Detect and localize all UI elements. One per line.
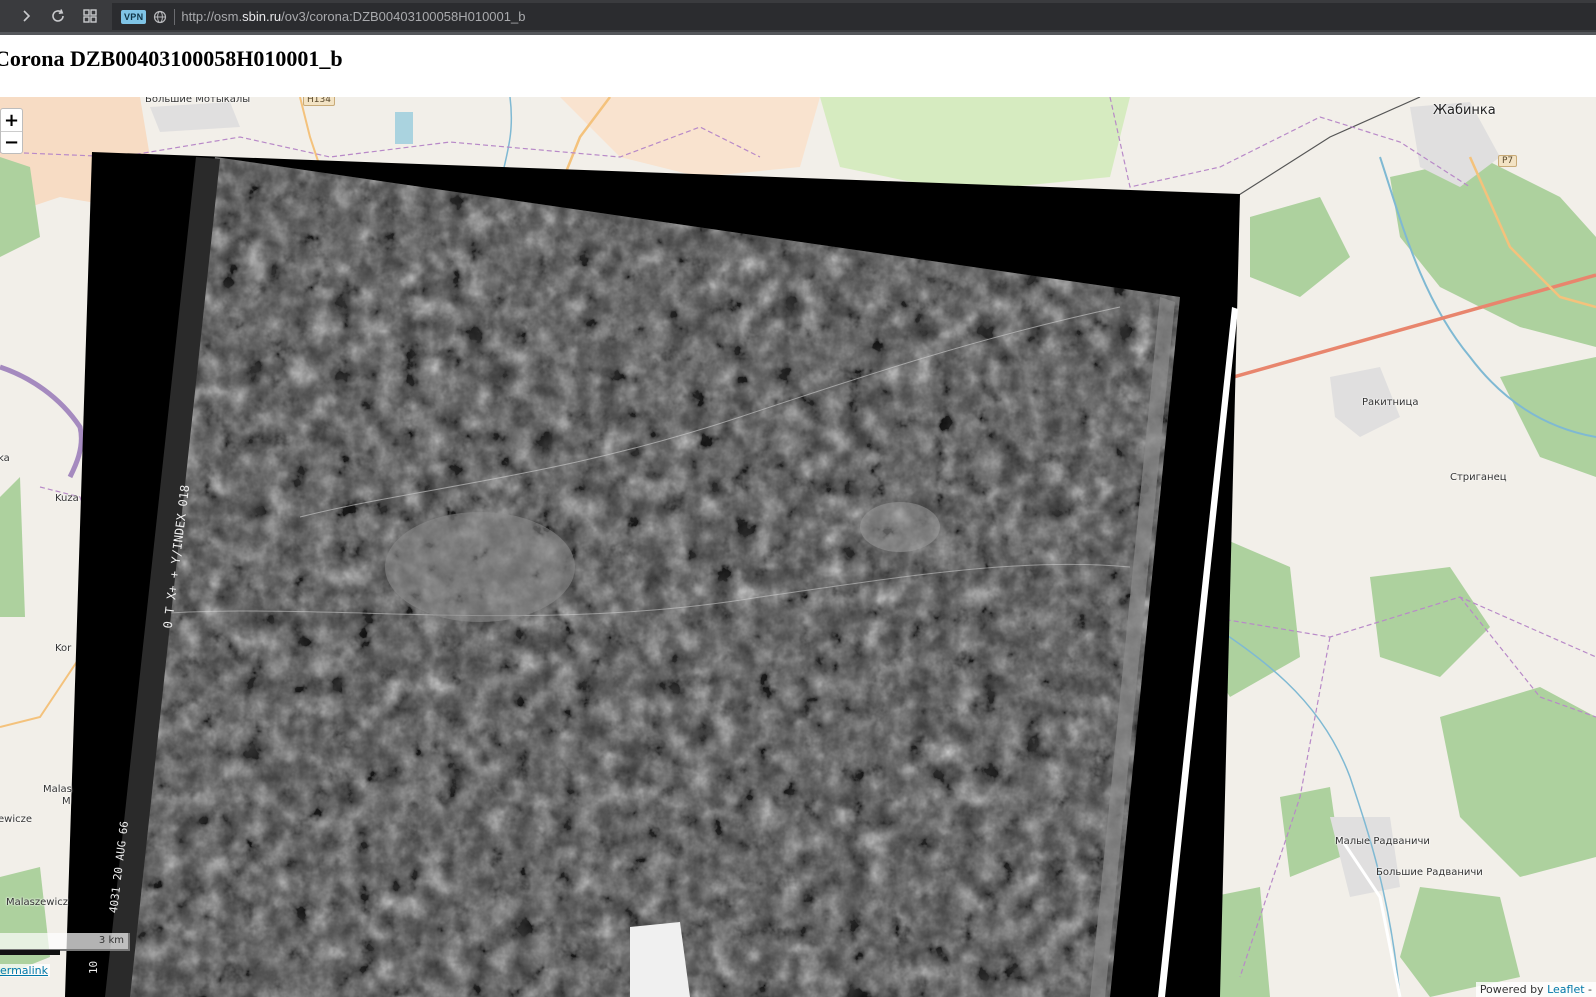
leaflet-link[interactable]: Leaflet xyxy=(1547,983,1584,996)
place-kuza: Kuza xyxy=(55,493,79,504)
permalink-link[interactable]: ermalink xyxy=(0,964,51,977)
road-badge-p7: P7 xyxy=(1498,155,1518,167)
vpn-badge[interactable]: VPN xyxy=(121,9,147,24)
page-title: Corona DZB00403100058H010001_b xyxy=(0,46,343,71)
place-bolshie-radvanichi: Большие Радваничи xyxy=(1376,867,1483,878)
place-m: M xyxy=(62,796,71,807)
attribution-prefix: Powered by xyxy=(1479,983,1548,996)
scale-bar: 3 km xyxy=(0,933,130,955)
place-ewicze: ewicze xyxy=(0,814,33,825)
reload-icon[interactable] xyxy=(46,4,70,28)
scale-bar-segment xyxy=(0,950,60,955)
road-badge-h134: H134 xyxy=(303,97,335,106)
scale-label: 3 km xyxy=(98,935,124,946)
url-host: sbin.ru xyxy=(242,9,282,24)
place-striganets: Стриганец xyxy=(1450,472,1507,483)
url-path: /ov3/corona:DZB00403100058H010001_b xyxy=(281,9,526,24)
url-text[interactable]: http://osm.sbin.ru/ov3/corona:DZB0040310… xyxy=(181,9,525,24)
address-bar[interactable]: VPN http://osm.sbin.ru/ov3/corona:DZB004… xyxy=(112,3,1596,30)
globe-icon[interactable] xyxy=(153,10,167,24)
place-bolshie-motykaly: Большие Мотыкалы xyxy=(145,97,251,105)
url-prefix: http://osm. xyxy=(181,9,243,24)
place-zhabinka: Жабинка xyxy=(1433,103,1496,118)
place-kor: Kor xyxy=(55,643,72,654)
forward-icon[interactable] xyxy=(14,4,38,28)
map-attribution: Powered by Leaflet - xyxy=(1475,982,1596,997)
tabs-grid-icon[interactable] xyxy=(78,4,102,28)
attribution-suffix: - xyxy=(1584,983,1592,996)
place-malas: Malas xyxy=(43,784,72,795)
zoom-control: + − xyxy=(0,108,23,154)
zoom-in-button[interactable]: + xyxy=(1,109,22,131)
map-container[interactable]: 0 T X+ + Y/INDEX 018 4031 20 AUG 66 10 Б… xyxy=(0,97,1596,997)
browser-toolbar: VPN http://osm.sbin.ru/ov3/corona:DZB004… xyxy=(0,0,1596,35)
place-ka: ka xyxy=(0,453,10,464)
place-malaszewicz: Malaszewicz xyxy=(6,897,68,908)
place-malye-radvanichi: Малые Радваничи xyxy=(1335,836,1430,847)
address-separator xyxy=(174,8,176,25)
film-edge-text: 10 xyxy=(87,960,101,975)
corona-satellite-overlay xyxy=(65,152,1240,997)
place-rakitnitsa: Ракитница xyxy=(1362,397,1419,408)
zoom-out-button[interactable]: − xyxy=(1,131,22,153)
